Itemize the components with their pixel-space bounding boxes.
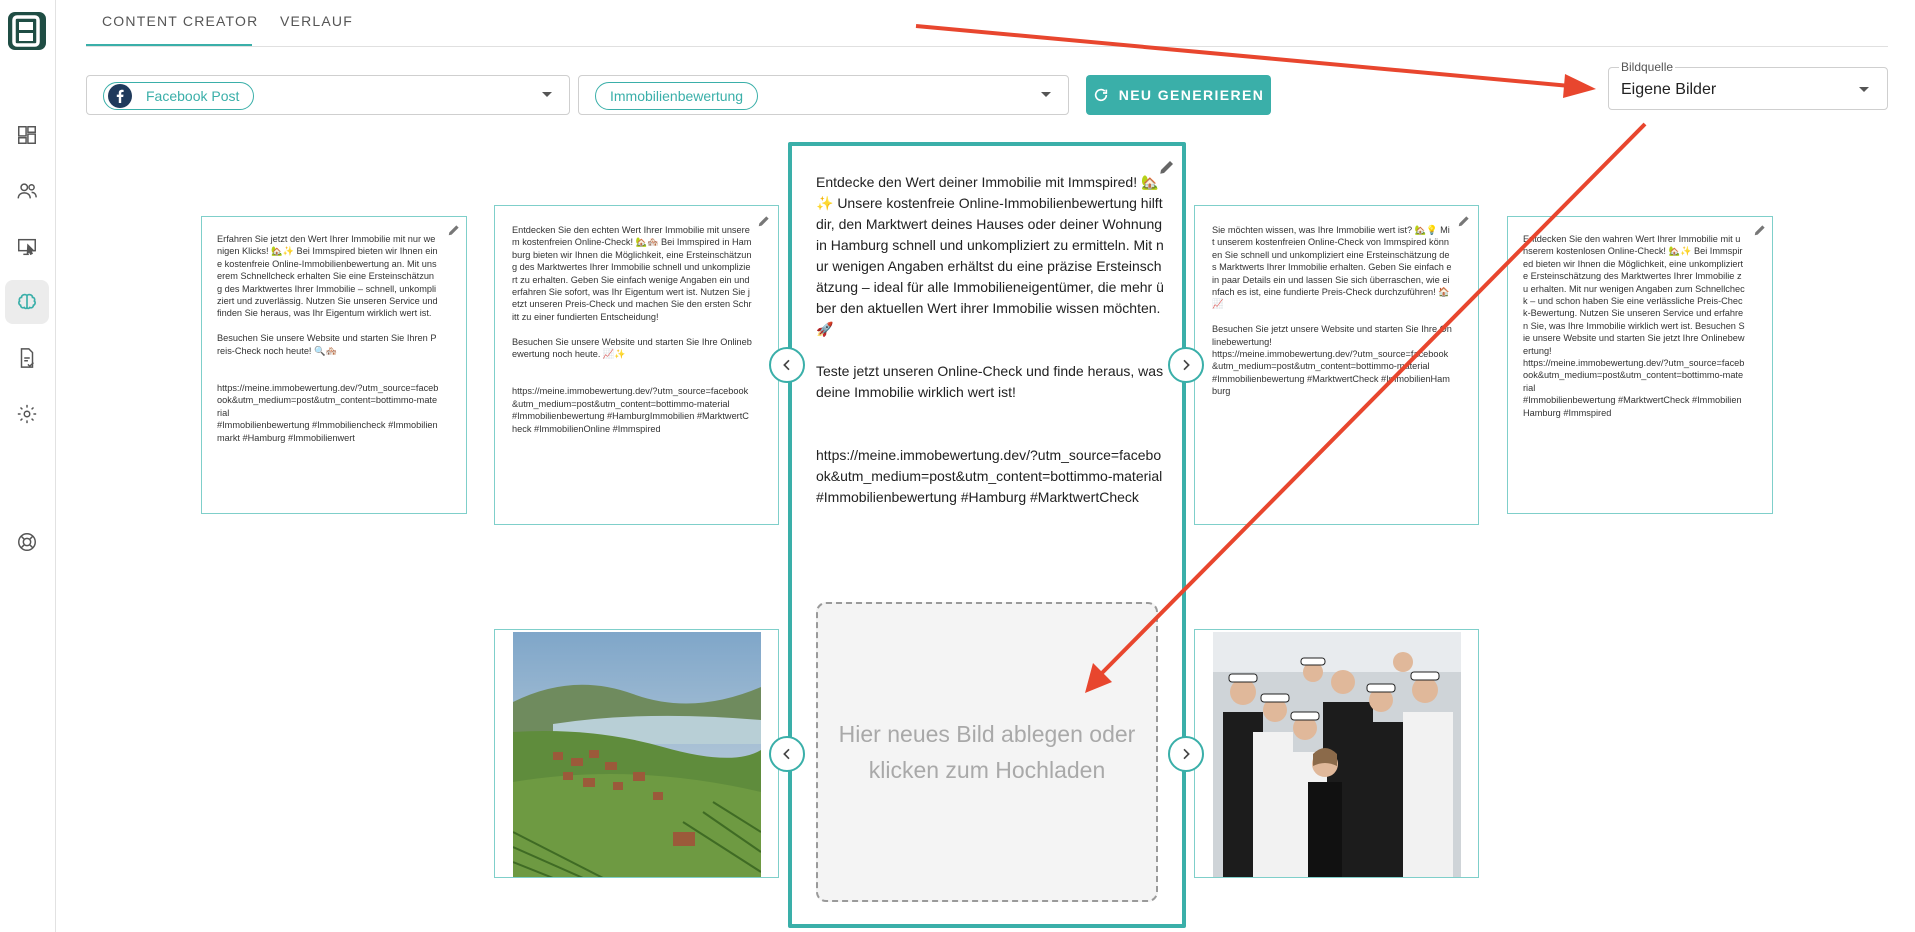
regenerate-button[interactable]: NEU GENERIEREN	[1086, 75, 1271, 115]
pencil-icon[interactable]	[447, 223, 461, 237]
chevron-right-icon	[1183, 359, 1190, 371]
topic-label: Immobilienbewertung	[610, 88, 744, 104]
post-text: Entdecken Sie den wahren Wert Ihrer Immo…	[1523, 234, 1745, 418]
chevron-right-icon	[1183, 748, 1190, 760]
post-text-main: Entdecke den Wert deiner Immobilie mit I…	[816, 174, 1164, 505]
chevron-down-icon	[542, 92, 552, 97]
post-type-select[interactable]: Facebook Post	[86, 75, 570, 115]
post-text: Sie möchten wissen, was Ihre Immobilie w…	[1212, 225, 1452, 397]
next-image-button[interactable]	[1168, 736, 1204, 772]
group-photo-image	[1213, 632, 1461, 877]
regenerate-label: NEU GENERIEREN	[1118, 87, 1265, 103]
chevron-left-icon	[783, 359, 790, 371]
chevron-left-icon	[783, 748, 790, 760]
nav-dashboard[interactable]	[5, 113, 49, 157]
post-card-far-right[interactable]: Entdecken Sie den wahren Wert Ihrer Immo…	[1507, 216, 1773, 514]
app-logo-icon[interactable]	[7, 11, 47, 51]
post-text: Entdecken Sie den echten Wert Ihrer Immo…	[512, 225, 752, 434]
refresh-icon	[1094, 88, 1107, 102]
post-text: Erfahren Sie jetzt den Wert Ihrer Immobi…	[217, 234, 439, 443]
next-text-button[interactable]	[1168, 347, 1204, 383]
active-tab-indicator	[86, 44, 252, 46]
dashboard-icon	[18, 126, 36, 144]
tab-bar: CONTENT CREATOR VERLAUF	[86, 0, 1888, 47]
post-type-label: Facebook Post	[146, 88, 240, 104]
sidebar	[0, 0, 56, 932]
prev-text-button[interactable]	[769, 347, 805, 383]
nav-content-creator[interactable]	[5, 280, 49, 324]
pencil-icon[interactable]	[1158, 158, 1176, 176]
landscape-image	[513, 632, 761, 877]
lifebuoy-icon	[18, 533, 36, 551]
chevron-down-icon	[1859, 87, 1869, 92]
nav-help[interactable]	[5, 520, 49, 564]
people-icon	[17, 183, 37, 199]
nav-settings[interactable]	[5, 392, 49, 436]
image-card-left[interactable]	[494, 629, 779, 878]
image-card-right[interactable]	[1194, 629, 1479, 878]
monitor-pointer-icon	[18, 238, 36, 256]
topic-chip: Immobilienbewertung	[595, 82, 759, 110]
nav-contacts[interactable]	[5, 169, 49, 213]
brain-icon	[18, 293, 36, 310]
nav-reports[interactable]	[5, 336, 49, 380]
gear-icon	[17, 404, 37, 424]
post-card-right[interactable]: Sie möchten wissen, was Ihre Immobilie w…	[1194, 205, 1479, 525]
pencil-icon[interactable]	[1457, 214, 1471, 228]
tab-content-creator[interactable]: CONTENT CREATOR	[102, 13, 258, 29]
pencil-icon[interactable]	[1753, 223, 1767, 237]
post-type-chip: Facebook Post	[103, 82, 255, 110]
prev-image-button[interactable]	[769, 736, 805, 772]
document-check-icon	[20, 348, 34, 368]
image-source-select[interactable]: Bildquelle Eigene Bilder	[1608, 60, 1888, 110]
image-source-label: Bildquelle	[1619, 60, 1676, 74]
post-card-far-left[interactable]: Erfahren Sie jetzt den Wert Ihrer Immobi…	[201, 216, 467, 514]
pencil-icon[interactable]	[757, 214, 771, 228]
post-card-left[interactable]: Entdecken Sie den echten Wert Ihrer Immo…	[494, 205, 779, 525]
chevron-down-icon	[1041, 92, 1051, 97]
nav-presentation[interactable]	[5, 225, 49, 269]
image-dropzone[interactable]: Hier neues Bild ablegen oder klicken zum…	[816, 602, 1158, 902]
facebook-icon	[108, 84, 132, 108]
tab-verlauf[interactable]: VERLAUF	[280, 13, 353, 29]
topic-select[interactable]: Immobilienbewertung	[578, 75, 1069, 115]
image-source-value: Eigene Bilder	[1621, 81, 1717, 98]
